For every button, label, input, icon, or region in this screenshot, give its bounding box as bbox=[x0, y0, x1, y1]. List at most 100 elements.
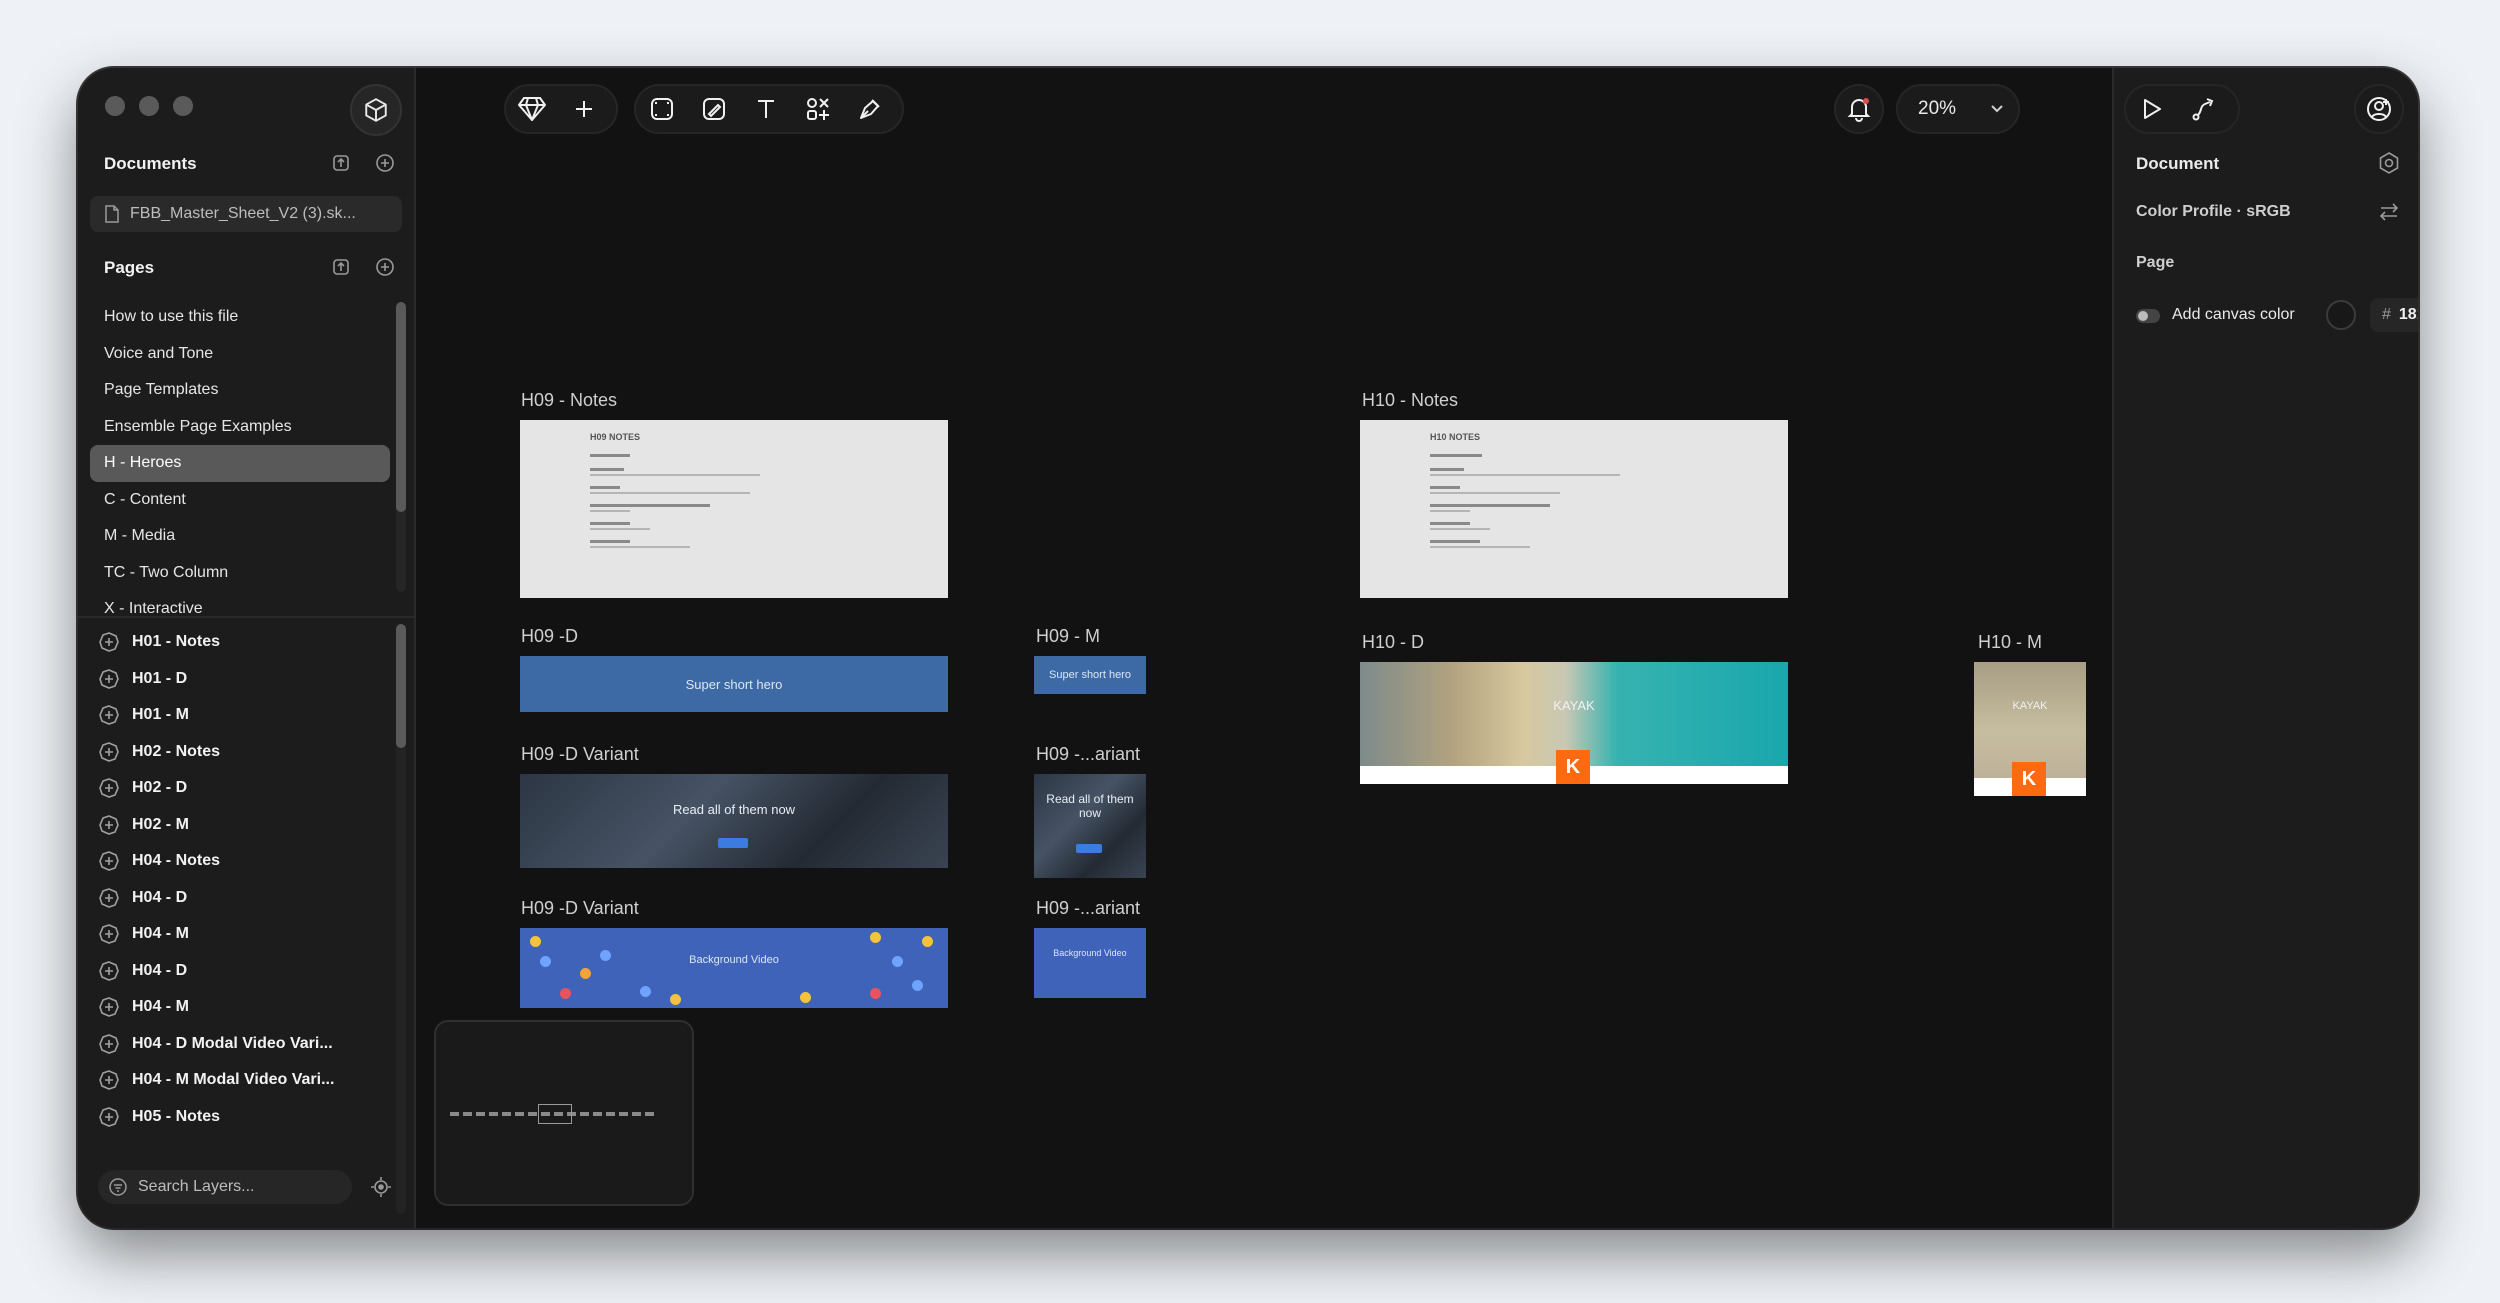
artboard-label[interactable]: H09 -D Variant bbox=[521, 898, 639, 919]
layer-item[interactable]: H01 - Notes bbox=[98, 624, 398, 661]
layer-label: H01 - Notes bbox=[132, 633, 221, 651]
page-item[interactable]: Ensemble Page Examples bbox=[90, 409, 390, 446]
page-item[interactable]: How to use this file bbox=[90, 299, 390, 336]
pages-sort-button[interactable] bbox=[330, 256, 352, 278]
pages-header: Pages bbox=[104, 258, 155, 277]
color-profile-swap-button[interactable] bbox=[2378, 202, 2400, 227]
text-tool-button[interactable] bbox=[740, 86, 792, 132]
layer-item[interactable]: H02 - Notes bbox=[98, 734, 398, 771]
pen-icon bbox=[860, 99, 880, 119]
shape-tool-button[interactable] bbox=[688, 86, 740, 132]
page-item[interactable]: C - Content bbox=[90, 482, 390, 519]
document-item[interactable]: FBB_Master_Sheet_V2 (3).sk... bbox=[90, 196, 402, 232]
artboard-h09-d-variant[interactable]: Read all of them now bbox=[520, 774, 948, 868]
sort-icon bbox=[333, 155, 349, 171]
play-button[interactable] bbox=[2126, 86, 2178, 132]
layer-item[interactable]: H04 - M Modal Video Vari... bbox=[98, 1062, 398, 1099]
workspace-button[interactable] bbox=[350, 84, 402, 136]
canvas-color-swatch[interactable] bbox=[2326, 300, 2356, 330]
layers-scrollbar[interactable] bbox=[396, 624, 406, 748]
artboard-label[interactable]: H10 - Notes bbox=[1362, 390, 1458, 411]
artboard-label[interactable]: H09 - M bbox=[1036, 626, 1100, 647]
page-item[interactable]: Page Templates bbox=[90, 372, 390, 409]
page-item[interactable]: M - Media bbox=[90, 518, 390, 555]
color-profile-label[interactable]: Color Profile · sRGB bbox=[2136, 203, 2291, 221]
layer-label: H04 - M bbox=[132, 998, 189, 1016]
canvas[interactable]: 20% H09 - Notes H09 NOTES H10 - Notes H1… bbox=[416, 68, 2110, 1228]
artboard-h10-d[interactable]: KAYAK K bbox=[1360, 662, 1788, 784]
layer-item[interactable]: H02 - D bbox=[98, 770, 398, 807]
layer-item[interactable]: H04 - M bbox=[98, 916, 398, 953]
layer-item[interactable]: H01 - D bbox=[98, 661, 398, 698]
notes-line bbox=[1430, 468, 1464, 471]
artboard-label[interactable]: H09 -...ariant bbox=[1036, 744, 1140, 765]
minimize-window-button[interactable] bbox=[139, 96, 159, 116]
plus-circle-icon bbox=[376, 154, 394, 172]
canvas-color-hex-input[interactable]: # 181818 bbox=[2370, 298, 2418, 332]
video-heading: Background Video bbox=[689, 954, 779, 966]
documents-sort-button[interactable] bbox=[330, 152, 352, 174]
kayak-heading: KAYAK bbox=[2012, 700, 2048, 712]
prototype-link-button[interactable] bbox=[2178, 86, 2230, 132]
artboard-h10-notes[interactable]: H10 NOTES bbox=[1360, 420, 1788, 598]
artboard-label[interactable]: H09 -D Variant bbox=[521, 744, 639, 765]
vector-tool-button[interactable] bbox=[844, 86, 896, 132]
page-item[interactable]: X - Interactive bbox=[90, 591, 390, 628]
zoom-window-button[interactable] bbox=[173, 96, 193, 116]
document-settings-button[interactable] bbox=[2378, 152, 2400, 179]
zoom-dropdown[interactable]: 20% bbox=[1896, 84, 2020, 134]
components-button[interactable] bbox=[792, 86, 844, 132]
page-item[interactable]: TC - Two Column bbox=[90, 555, 390, 592]
notes-line bbox=[1430, 540, 1480, 543]
artboard-label[interactable]: H10 - M bbox=[1978, 632, 2042, 653]
insert-button[interactable] bbox=[558, 86, 610, 132]
minimap-viewport[interactable] bbox=[538, 1104, 572, 1124]
artboard-label[interactable]: H10 - D bbox=[1362, 632, 1424, 653]
layer-label: H01 - M bbox=[132, 706, 189, 724]
layer-label: H02 - Notes bbox=[132, 742, 221, 760]
artboard-label[interactable]: H09 - Notes bbox=[521, 390, 617, 411]
page-item-selected[interactable]: H - Heroes bbox=[90, 445, 390, 482]
close-window-button[interactable] bbox=[105, 96, 125, 116]
layer-item[interactable]: H04 - Notes bbox=[98, 843, 398, 880]
layer-item[interactable]: H02 - M bbox=[98, 807, 398, 844]
artboard-label[interactable]: H09 -...ariant bbox=[1036, 898, 1140, 919]
layer-item[interactable]: H04 - M bbox=[98, 989, 398, 1026]
account-button[interactable] bbox=[2354, 84, 2404, 134]
search-layers-field[interactable]: Search Layers... bbox=[98, 1170, 352, 1204]
notifications-button[interactable] bbox=[1834, 84, 1884, 134]
frame-tool-button[interactable] bbox=[636, 86, 688, 132]
add-page-button[interactable] bbox=[374, 256, 396, 278]
artboard-h09-d[interactable]: Super short hero bbox=[520, 656, 948, 712]
artboard-h09-m-video[interactable]: Background Video bbox=[1034, 928, 1146, 998]
artboard-h09-m[interactable]: Super short hero bbox=[1034, 656, 1146, 694]
notes-line bbox=[1430, 492, 1560, 494]
sketch-menu-button[interactable] bbox=[506, 86, 558, 132]
artboard-h09-m-variant[interactable]: Read all of them now bbox=[1034, 774, 1146, 878]
connection-icon bbox=[2192, 98, 2214, 121]
add-document-button[interactable] bbox=[374, 152, 396, 174]
locate-layer-button[interactable] bbox=[370, 1176, 392, 1203]
pages-scrollbar[interactable] bbox=[396, 302, 406, 512]
layer-label: H05 - Notes bbox=[132, 1107, 221, 1125]
document-name: FBB_Master_Sheet_V2 (3).sk... bbox=[130, 205, 356, 222]
page-section-header: Page bbox=[2136, 254, 2175, 271]
beach-photo bbox=[1974, 662, 2086, 778]
kayak-logo: K bbox=[1556, 750, 1590, 784]
artboard-h10-m[interactable]: KAYAK K bbox=[1974, 662, 2086, 796]
user-add-icon bbox=[2367, 97, 2391, 121]
layer-item[interactable]: H04 - D bbox=[98, 953, 398, 990]
artboard-h09-d-video[interactable]: Background Video bbox=[520, 928, 948, 1008]
layer-item[interactable]: H04 - D bbox=[98, 880, 398, 917]
symbol-icon bbox=[99, 887, 119, 908]
page-item[interactable]: Voice and Tone bbox=[90, 336, 390, 373]
layer-item[interactable]: H04 - D Modal Video Vari... bbox=[98, 1026, 398, 1063]
canvas-color-toggle[interactable] bbox=[2136, 309, 2160, 323]
layer-item[interactable]: H05 - Notes bbox=[98, 1099, 398, 1136]
reaction-icon bbox=[870, 932, 881, 943]
canvas-minimap[interactable] bbox=[434, 1020, 694, 1206]
layer-item[interactable]: H01 - M bbox=[98, 697, 398, 734]
artboard-h09-notes[interactable]: H09 NOTES bbox=[520, 420, 948, 598]
search-layers-placeholder: Search Layers... bbox=[138, 1178, 255, 1195]
artboard-label[interactable]: H09 -D bbox=[521, 626, 578, 647]
